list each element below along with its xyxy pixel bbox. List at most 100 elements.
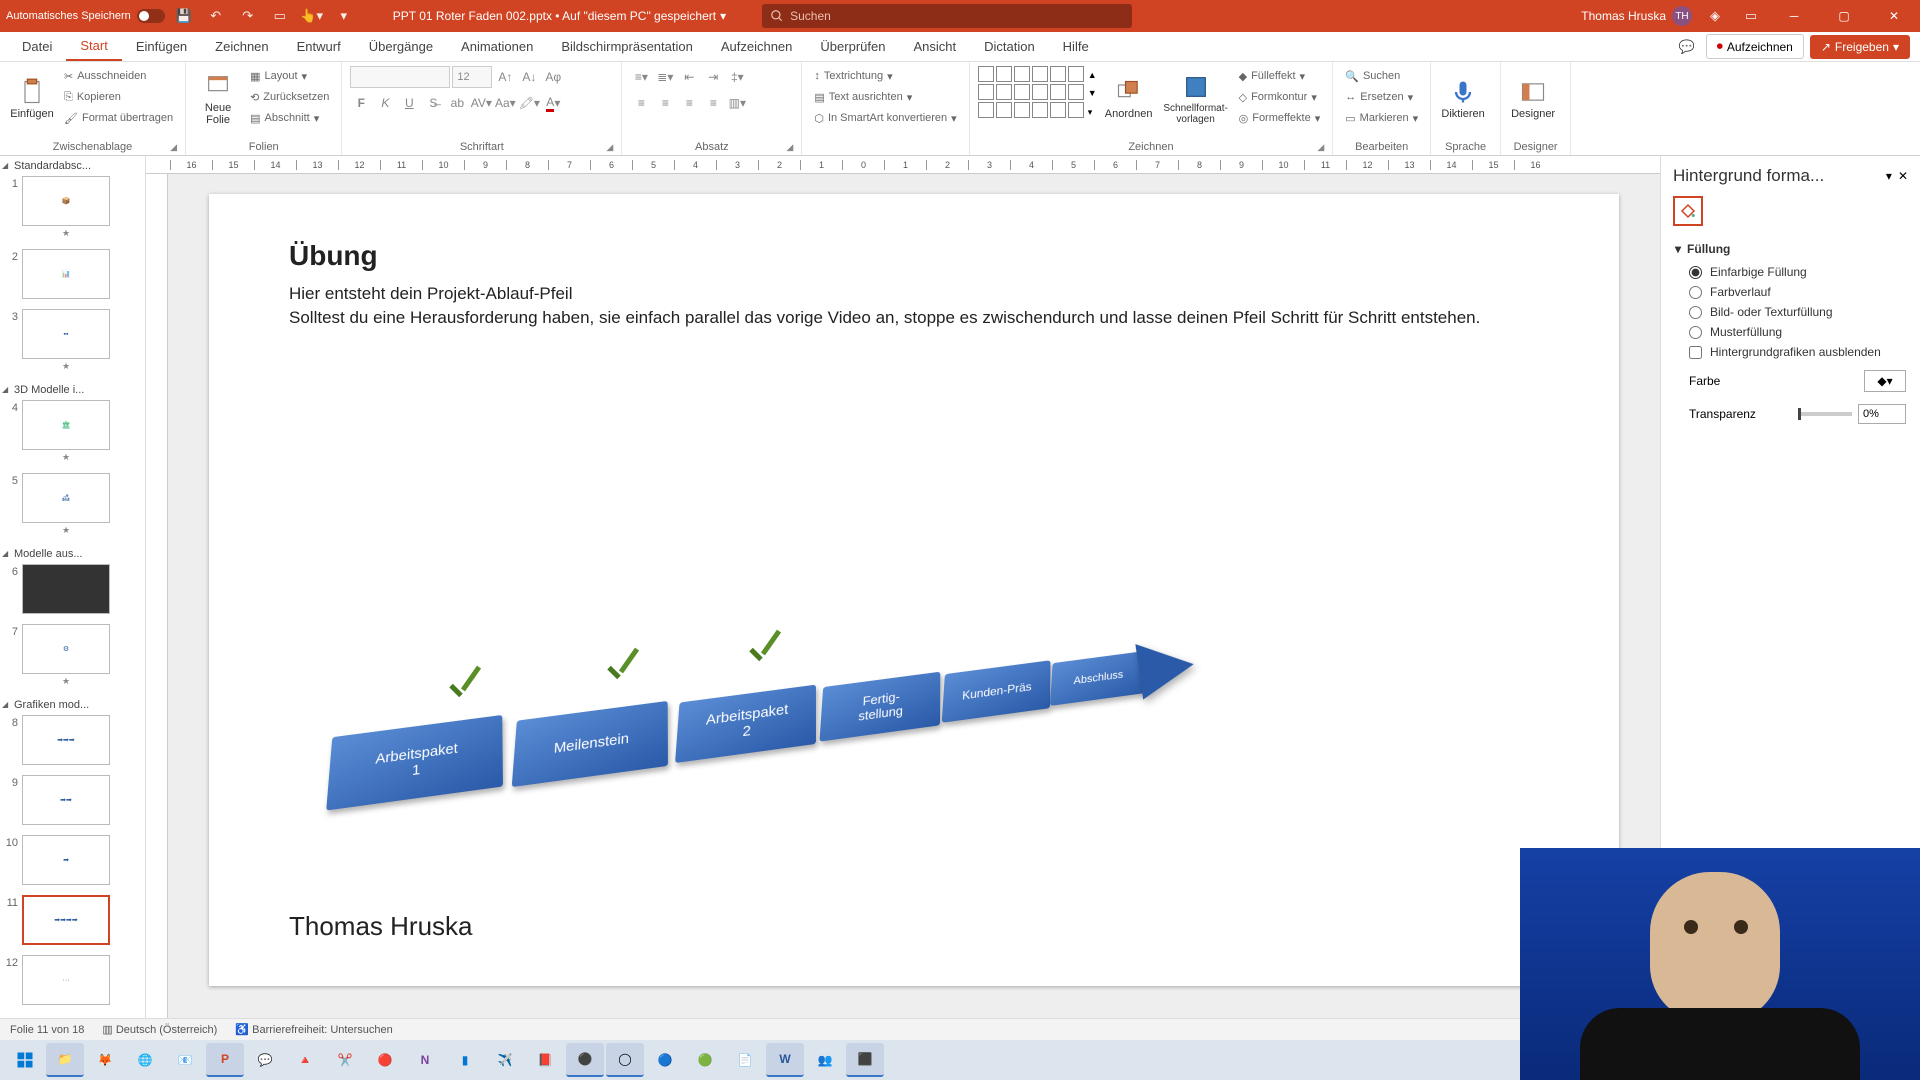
dialog-launcher-icon[interactable]: ◢ — [170, 142, 177, 153]
vertical-ruler[interactable] — [146, 174, 168, 1018]
taskbar-vscode-icon[interactable]: ▮ — [446, 1043, 484, 1077]
taskbar-snip-icon[interactable]: ✂️ — [326, 1043, 364, 1077]
section-header[interactable]: Standardabsc... — [0, 156, 145, 174]
comments-icon[interactable]: 💬 — [1674, 34, 1700, 60]
language-status[interactable]: ▥ Deutsch (Österreich) — [102, 1023, 217, 1036]
segment-1[interactable]: Arbeitspaket 1 — [326, 715, 503, 811]
slide-thumbnail[interactable]: ··· — [22, 955, 110, 1005]
gallery-down-icon[interactable]: ▼ — [1088, 88, 1097, 98]
taskbar-chrome-icon[interactable]: 🌐 — [126, 1043, 164, 1077]
slide-text-line2[interactable]: Solltest du eine Herausforderung haben, … — [289, 306, 1539, 330]
italic-icon[interactable]: K — [374, 92, 396, 114]
slide-thumbnail[interactable] — [22, 564, 110, 614]
indent-dec-icon[interactable]: ⇤ — [678, 66, 700, 88]
segment-5[interactable]: Kunden-Präs — [942, 660, 1051, 723]
hide-graphics-checkbox[interactable]: Hintergrundgrafiken ausblenden — [1675, 342, 1906, 362]
taskbar-app-icon[interactable]: 🟢 — [686, 1043, 724, 1077]
tab-ueberpruefen[interactable]: Überprüfen — [806, 33, 899, 60]
slide-thumbnail-current[interactable]: ➡➡➡➡ — [22, 895, 110, 945]
slide-thumbnails-panel[interactable]: Standardabsc... 1📦★ 2📊 3▪▪★ 3D Modelle i… — [0, 156, 146, 1018]
align-left-icon[interactable]: ≡ — [630, 92, 652, 114]
tab-uebergaenge[interactable]: Übergänge — [355, 33, 447, 60]
taskbar-app-icon[interactable]: 📕 — [526, 1043, 564, 1077]
shape-effects-button[interactable]: ◎ Formeffekte ▾ — [1235, 108, 1325, 128]
bullets-icon[interactable]: ≡▾ — [630, 66, 652, 88]
slide-thumbnail[interactable]: 📦 — [22, 176, 110, 226]
shape-fill-button[interactable]: ◆ Fülleffekt ▾ — [1235, 66, 1325, 86]
dialog-launcher-icon[interactable]: ◢ — [606, 142, 613, 153]
font-name-combo[interactable] — [350, 66, 450, 88]
tab-entwurf[interactable]: Entwurf — [283, 33, 355, 60]
slide-thumbnail[interactable]: ⚙ — [22, 624, 110, 674]
minimize-button[interactable]: ─ — [1774, 2, 1814, 30]
select-button[interactable]: ▭ Markieren ▾ — [1341, 108, 1422, 128]
tab-ansicht[interactable]: Ansicht — [899, 33, 970, 60]
arrowhead-icon[interactable] — [1135, 636, 1197, 699]
taskbar-app-icon[interactable]: 🔴 — [366, 1043, 404, 1077]
accessibility-status[interactable]: ♿ Barrierefreiheit: Untersuchen — [235, 1023, 392, 1036]
tab-datei[interactable]: Datei — [8, 33, 66, 60]
clear-format-icon[interactable]: Aφ — [542, 66, 564, 88]
dialog-launcher-icon[interactable]: ◢ — [1317, 142, 1324, 153]
taskbar-app-icon[interactable]: ⬛ — [846, 1043, 884, 1077]
format-painter-button[interactable]: 🖌 Format übertragen — [60, 108, 177, 128]
section-header[interactable]: Grafiken mod... — [0, 695, 145, 713]
taskbar-obs-icon[interactable]: ⚫ — [566, 1043, 604, 1077]
arrow-diagram[interactable]: Arbeitspaket 1 Meilenstein Arbeitspaket … — [329, 574, 1229, 814]
record-button[interactable]: ⏺Aufzeichnen — [1706, 34, 1804, 59]
slide-counter[interactable]: Folie 11 von 18 — [10, 1024, 84, 1036]
taskbar-onenote-icon[interactable]: N — [406, 1043, 444, 1077]
tab-hilfe[interactable]: Hilfe — [1049, 33, 1103, 60]
checkmark-icon[interactable] — [739, 634, 783, 678]
font-color-icon[interactable]: A▾ — [542, 92, 564, 114]
taskbar-teams-icon[interactable]: 👥 — [806, 1043, 844, 1077]
align-text-button[interactable]: ▤ Text ausrichten ▾ — [810, 87, 960, 107]
dialog-launcher-icon[interactable]: ◢ — [786, 142, 793, 153]
fill-gradient-radio[interactable]: Farbverlauf — [1675, 282, 1906, 302]
slide-thumbnail[interactable]: 🛋 — [22, 473, 110, 523]
checkmark-icon[interactable] — [597, 652, 641, 696]
find-button[interactable]: 🔍 Suchen — [1341, 66, 1422, 86]
underline-icon[interactable]: U — [398, 92, 420, 114]
taskbar-telegram-icon[interactable]: ✈️ — [486, 1043, 524, 1077]
share-button[interactable]: ↗Freigeben▾ — [1810, 35, 1910, 59]
maximize-button[interactable]: ▢ — [1824, 2, 1864, 30]
case-icon[interactable]: Aa▾ — [494, 92, 516, 114]
tab-dictation[interactable]: Dictation — [970, 33, 1049, 60]
pane-close-icon[interactable]: ✕ — [1898, 169, 1908, 183]
columns-icon[interactable]: ▥▾ — [726, 92, 748, 114]
align-right-icon[interactable]: ≡ — [678, 92, 700, 114]
taskbar-word-icon[interactable]: W — [766, 1043, 804, 1077]
pane-options-icon[interactable]: ▾ — [1886, 169, 1892, 183]
taskbar-app-icon[interactable]: 💬 — [246, 1043, 284, 1077]
smartart-button[interactable]: ⬡ In SmartArt konvertieren ▾ — [810, 108, 960, 128]
taskbar-firefox-icon[interactable]: 🦊 — [86, 1043, 124, 1077]
transparency-value[interactable]: 0% — [1858, 404, 1906, 424]
cut-button[interactable]: ✂ Ausschneiden — [60, 66, 177, 86]
reset-button[interactable]: ⟲ Zurücksetzen — [246, 87, 333, 107]
font-size-combo[interactable]: 12 — [452, 66, 492, 88]
taskbar-vlc-icon[interactable]: 🔺 — [286, 1043, 324, 1077]
taskbar-outlook-icon[interactable]: 📧 — [166, 1043, 204, 1077]
fill-section-toggle[interactable]: ▾Füllung — [1675, 236, 1906, 262]
slide-text-line1[interactable]: Hier entsteht dein Projekt-Ablauf-Pfeil — [289, 282, 1539, 306]
tab-zeichnen[interactable]: Zeichnen — [201, 33, 282, 60]
quick-styles-button[interactable]: Schnellformat- vorlagen — [1161, 66, 1231, 132]
search-input[interactable]: Suchen — [762, 4, 1132, 28]
document-title[interactable]: PPT 01 Roter Faden 002.pptx • Auf "diese… — [393, 9, 726, 23]
slide-title[interactable]: Übung — [289, 240, 1539, 272]
shrink-font-icon[interactable]: A↓ — [518, 66, 540, 88]
grow-font-icon[interactable]: A↑ — [494, 66, 516, 88]
section-header[interactable]: 3D Modelle i... — [0, 380, 145, 398]
dictate-button[interactable]: Diktieren — [1439, 66, 1487, 132]
spacing-icon[interactable]: AV▾ — [470, 92, 492, 114]
taskbar-app-icon[interactable]: 📄 — [726, 1043, 764, 1077]
line-spacing-icon[interactable]: ‡▾ — [726, 66, 748, 88]
slide-thumbnail[interactable]: 📊 — [22, 249, 110, 299]
taskbar-app-icon[interactable]: 🔵 — [646, 1043, 684, 1077]
section-button[interactable]: ▤ Abschnitt ▾ — [246, 108, 333, 128]
segment-6[interactable]: Abschluss — [1050, 651, 1146, 706]
gallery-up-icon[interactable]: ▲ — [1088, 70, 1097, 80]
transparency-slider[interactable] — [1798, 412, 1852, 416]
new-slide-button[interactable]: Neue Folie — [194, 66, 242, 132]
